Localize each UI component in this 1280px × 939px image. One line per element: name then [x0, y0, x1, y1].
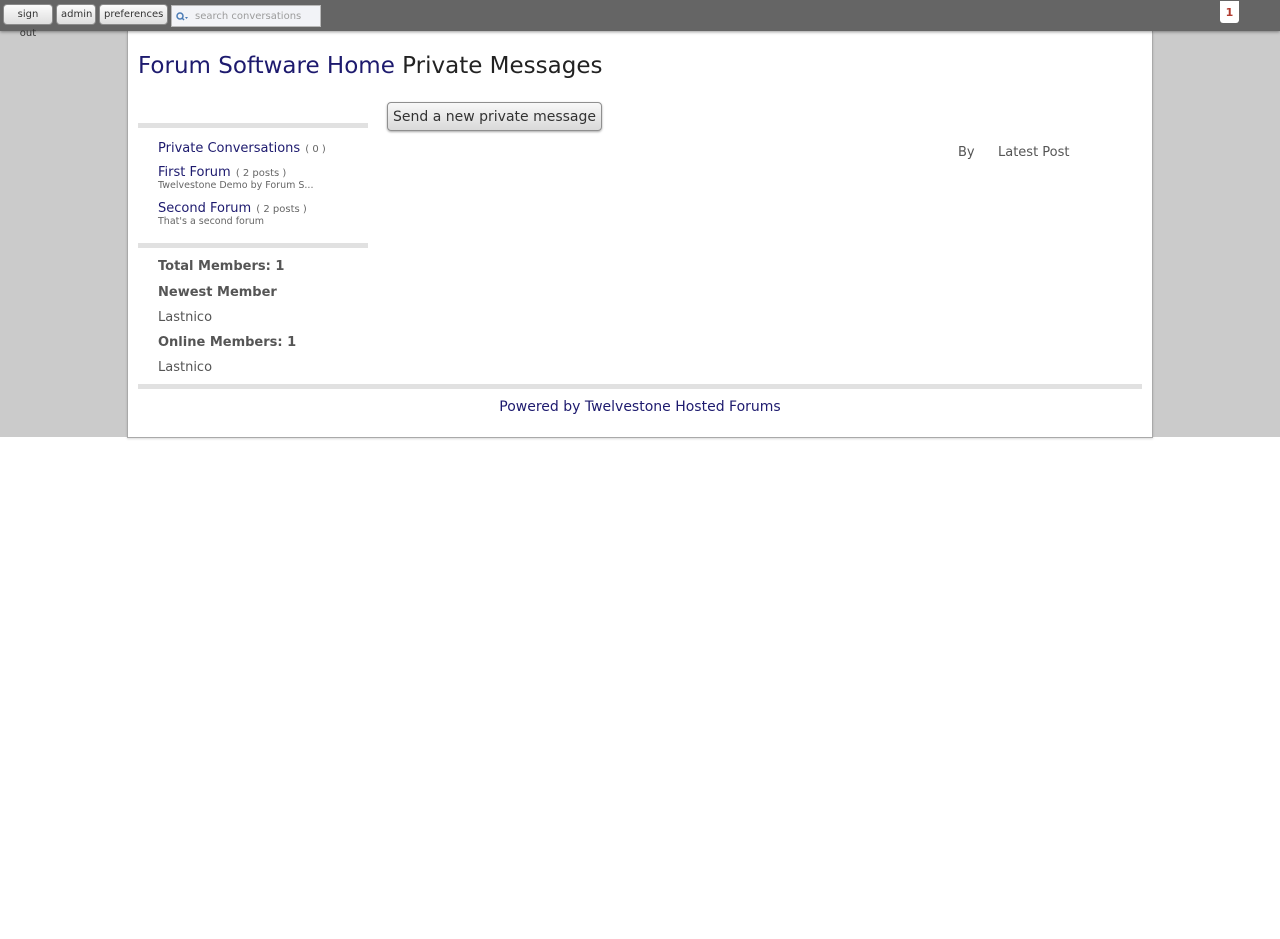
column-header-by: By [958, 145, 975, 160]
newest-member-heading: Newest Member [158, 285, 277, 300]
online-members: Online Members: 1 [158, 335, 297, 350]
forum-description: Twelvestone Demo by Forum S... [158, 180, 314, 191]
newest-member-name: Lastnico [158, 310, 213, 325]
post-count: ( 2 posts ) [235, 168, 287, 179]
footer-divider [138, 384, 1142, 389]
first-forum-link[interactable]: First Forum [158, 165, 231, 180]
sidebar-item-private-conversations: Private Conversations ( 0 ) [158, 137, 326, 156]
send-private-message-button[interactable]: Send a new private message [387, 102, 602, 131]
search-icon [176, 12, 188, 21]
conversation-count: ( 0 ) [305, 144, 326, 155]
powered-by-link[interactable]: Powered by Twelvestone Hosted Forums [499, 399, 780, 415]
notification-badge[interactable]: 1 [1220, 1, 1239, 23]
sign-out-button[interactable]: sign out [3, 4, 53, 39]
private-conversations-link[interactable]: Private Conversations [158, 141, 300, 156]
sidebar-item-first-forum: First Forum ( 2 posts ) Twelvestone Demo… [158, 161, 313, 191]
home-link[interactable]: Forum Software Home [138, 53, 395, 79]
top-toolbar: sign out admin preferences 1 [0, 0, 1280, 39]
sidebar-item-second-forum: Second Forum ( 2 posts ) That's a second… [158, 197, 307, 227]
footer: Powered by Twelvestone Hosted Forums [128, 399, 1152, 415]
main-panel: Forum Software Home Private Messages Pri… [127, 31, 1153, 438]
preferences-button[interactable]: preferences [99, 4, 168, 25]
online-member-link[interactable]: Lastnico [158, 360, 212, 375]
total-members: Total Members: 1 [158, 259, 285, 274]
page-title-text: Private Messages [402, 53, 603, 79]
sidebar-divider [138, 243, 368, 248]
post-count: ( 2 posts ) [256, 204, 307, 215]
search-input[interactable] [191, 7, 321, 25]
admin-button[interactable]: admin [56, 4, 96, 25]
sidebar-divider [138, 123, 368, 128]
column-header-latest-post: Latest Post [998, 145, 1070, 160]
search-box [171, 5, 321, 27]
page-title: Forum Software Home Private Messages [138, 53, 602, 79]
forum-description: That's a second forum [158, 216, 265, 227]
second-forum-link[interactable]: Second Forum [158, 201, 251, 216]
